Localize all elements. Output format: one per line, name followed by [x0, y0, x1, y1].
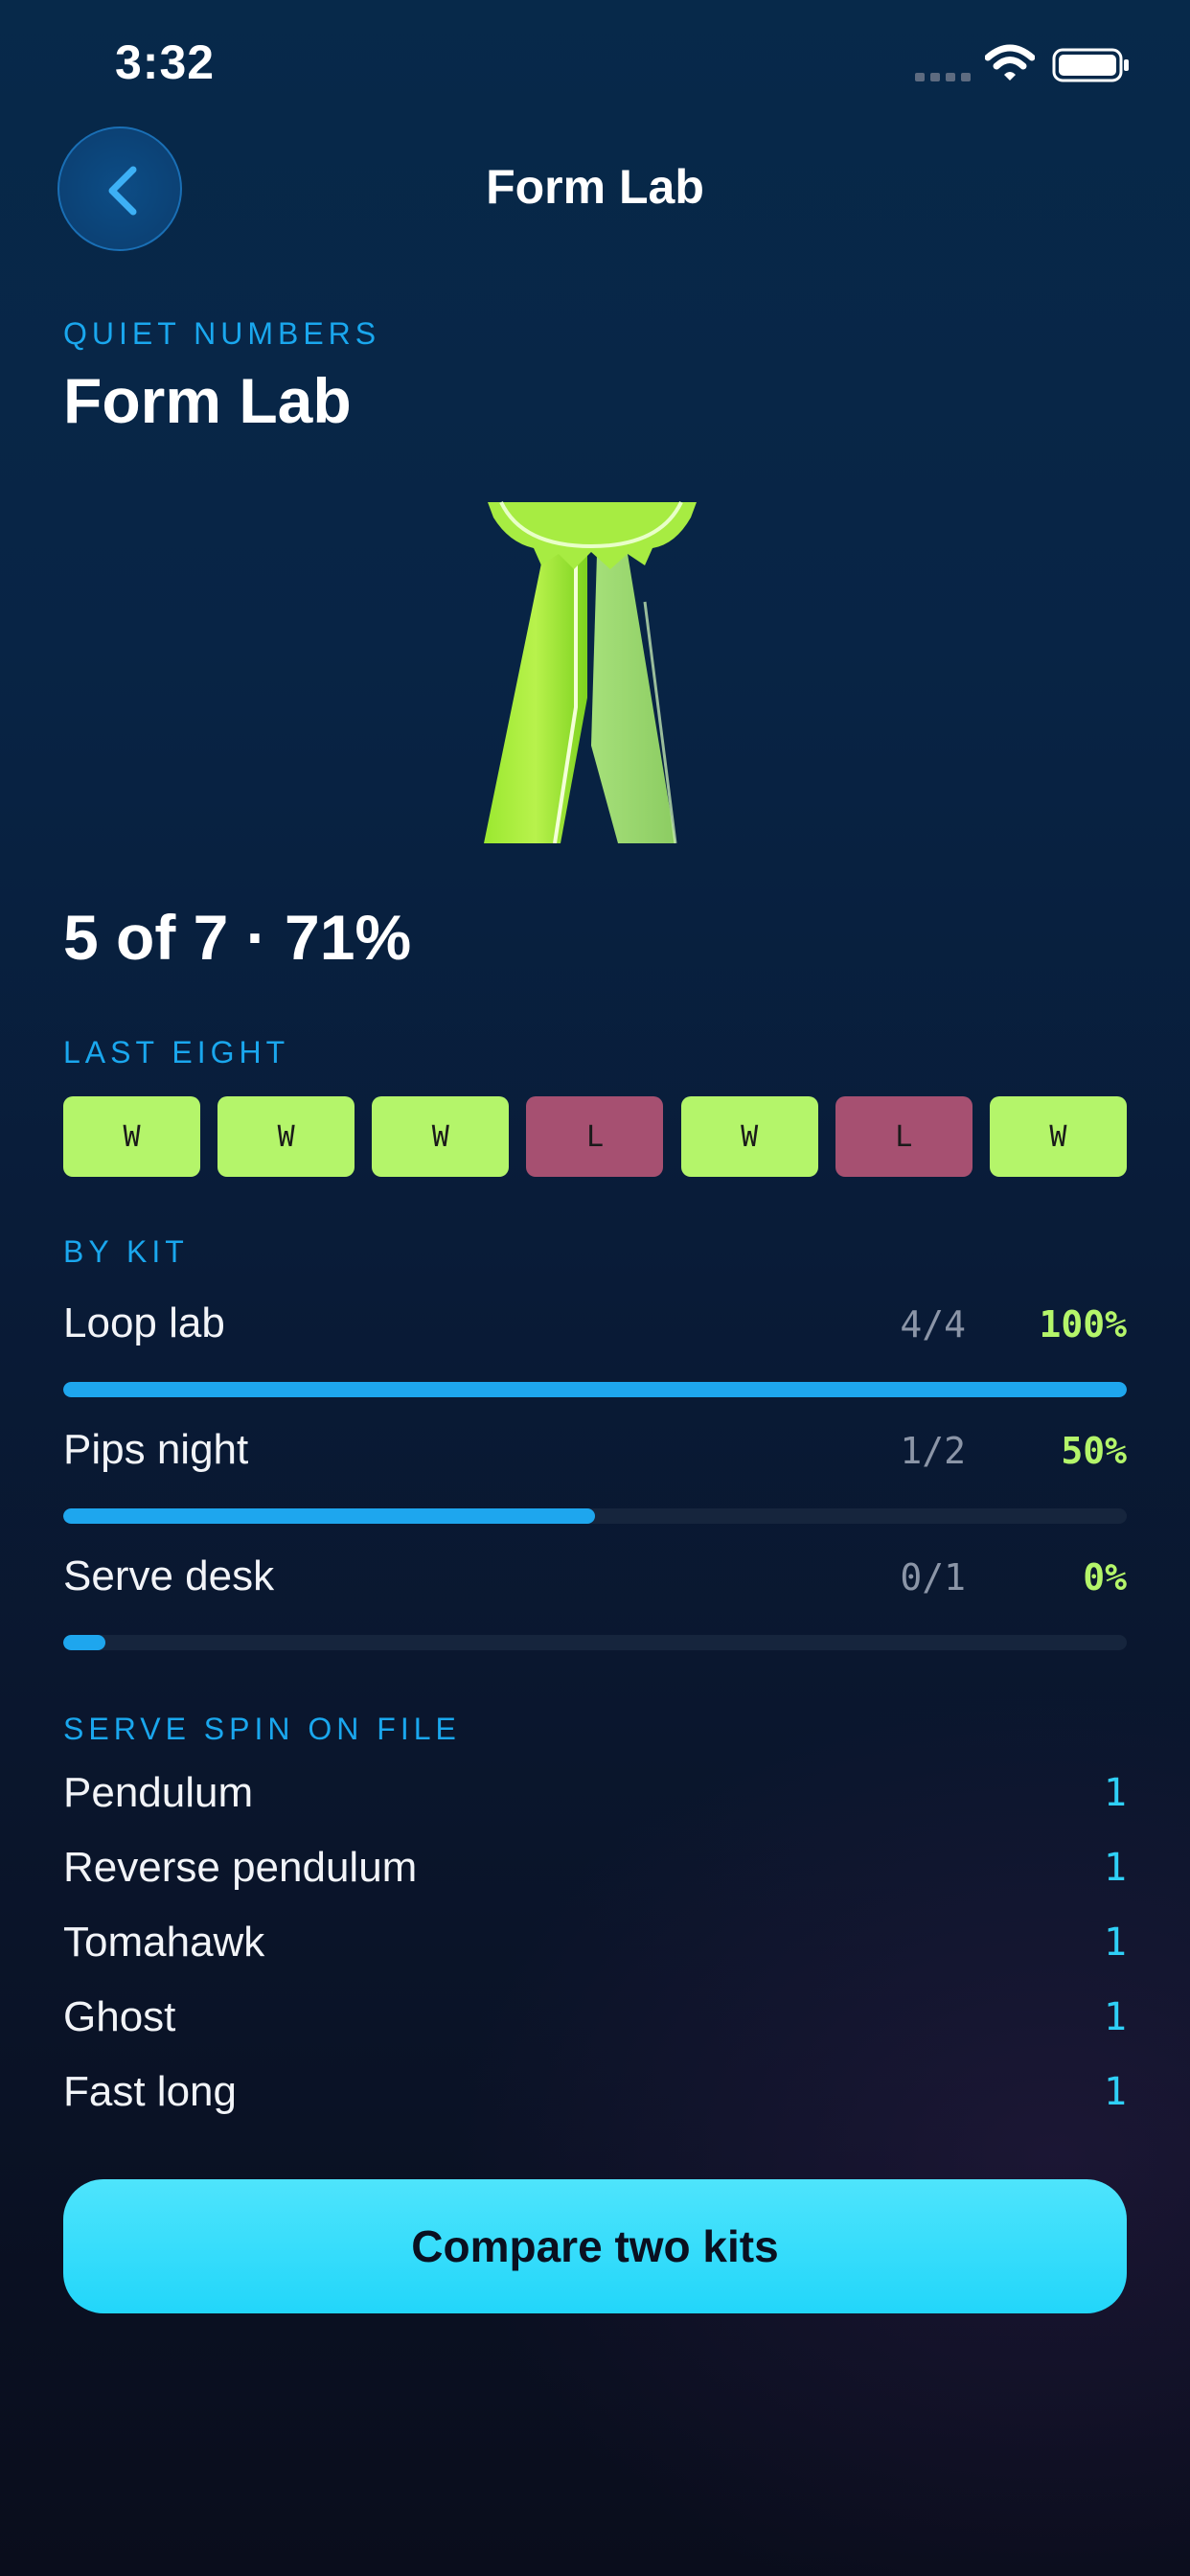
spin-name: Tomahawk	[63, 1919, 265, 1966]
kit-name: Pips night	[63, 1426, 249, 1473]
result-chip-win: W	[217, 1096, 355, 1177]
spin-row: Reverse pendulum 1	[63, 1844, 1127, 1901]
result-chip-win: W	[680, 1096, 818, 1177]
kit-record: 1/2	[900, 1430, 966, 1472]
nav-title: Form Lab	[486, 160, 704, 214]
page-title: Form Lab	[63, 365, 352, 436]
spin-name: Reverse pendulum	[63, 1844, 418, 1891]
result-chip-win: W	[989, 1096, 1127, 1177]
compare-two-kits-button[interactable]: Compare two kits	[63, 2179, 1127, 2313]
result-chip-win: W	[372, 1096, 510, 1177]
by-kit-label: BY KIT	[63, 1234, 189, 1269]
spin-count: 1	[1103, 1920, 1127, 1965]
kit-row-pips-night: Pips night 1/2 50%	[63, 1426, 1127, 1541]
spin-count: 1	[1103, 1771, 1127, 1815]
cellular-signal-icon	[915, 73, 971, 81]
last-eight-label: LAST EIGHT	[63, 1035, 290, 1070]
kit-progress-fill	[63, 1635, 105, 1650]
spin-row: Ghost 1	[63, 1993, 1127, 2051]
kit-progress-fill	[63, 1382, 1127, 1397]
kit-percent: 50%	[1061, 1430, 1127, 1472]
nav-bar: Form Lab	[0, 125, 1190, 259]
kit-name: Loop lab	[63, 1300, 225, 1346]
status-time: 3:32	[115, 35, 216, 89]
kit-progress-track	[63, 1382, 1127, 1397]
spin-row: Pendulum 1	[63, 1769, 1127, 1827]
kit-progress-track	[63, 1508, 1127, 1524]
spin-name: Ghost	[63, 1993, 176, 2040]
result-chip-loss: L	[835, 1096, 973, 1177]
battery-icon	[1052, 48, 1129, 82]
kit-percent: 100%	[1039, 1303, 1127, 1346]
record-summary: 5 of 7 · 71%	[63, 902, 412, 973]
kit-progress-fill	[63, 1508, 595, 1524]
kit-progress-track	[63, 1635, 1127, 1650]
kit-record: 0/1	[900, 1556, 966, 1598]
spin-count: 1	[1103, 1995, 1127, 2039]
spin-count: 1	[1103, 1846, 1127, 1890]
kit-record: 4/4	[900, 1303, 966, 1346]
status-bar: 3:32	[0, 0, 1190, 125]
award-ribbon-icon	[484, 501, 697, 843]
wifi-icon	[985, 44, 1035, 80]
kit-row-loop-lab: Loop lab 4/4 100%	[63, 1300, 1127, 1414]
spin-row: Tomahawk 1	[63, 1919, 1127, 1976]
spin-count: 1	[1103, 2070, 1127, 2114]
result-chip-win: W	[63, 1096, 200, 1177]
spin-row: Fast long 1	[63, 2068, 1127, 2126]
kit-percent: 0%	[1083, 1556, 1127, 1598]
kit-name: Serve desk	[63, 1552, 275, 1599]
section-eyebrow: QUIET NUMBERS	[63, 316, 381, 351]
last-eight-results: W W W L W L W	[63, 1096, 1127, 1177]
kit-row-serve-desk: Serve desk 0/1 0%	[63, 1552, 1127, 1668]
spin-name: Fast long	[63, 2068, 237, 2115]
serve-spin-label: SERVE SPIN ON FILE	[63, 1712, 461, 1746]
spin-name: Pendulum	[63, 1769, 254, 1816]
result-chip-loss: L	[526, 1096, 664, 1177]
